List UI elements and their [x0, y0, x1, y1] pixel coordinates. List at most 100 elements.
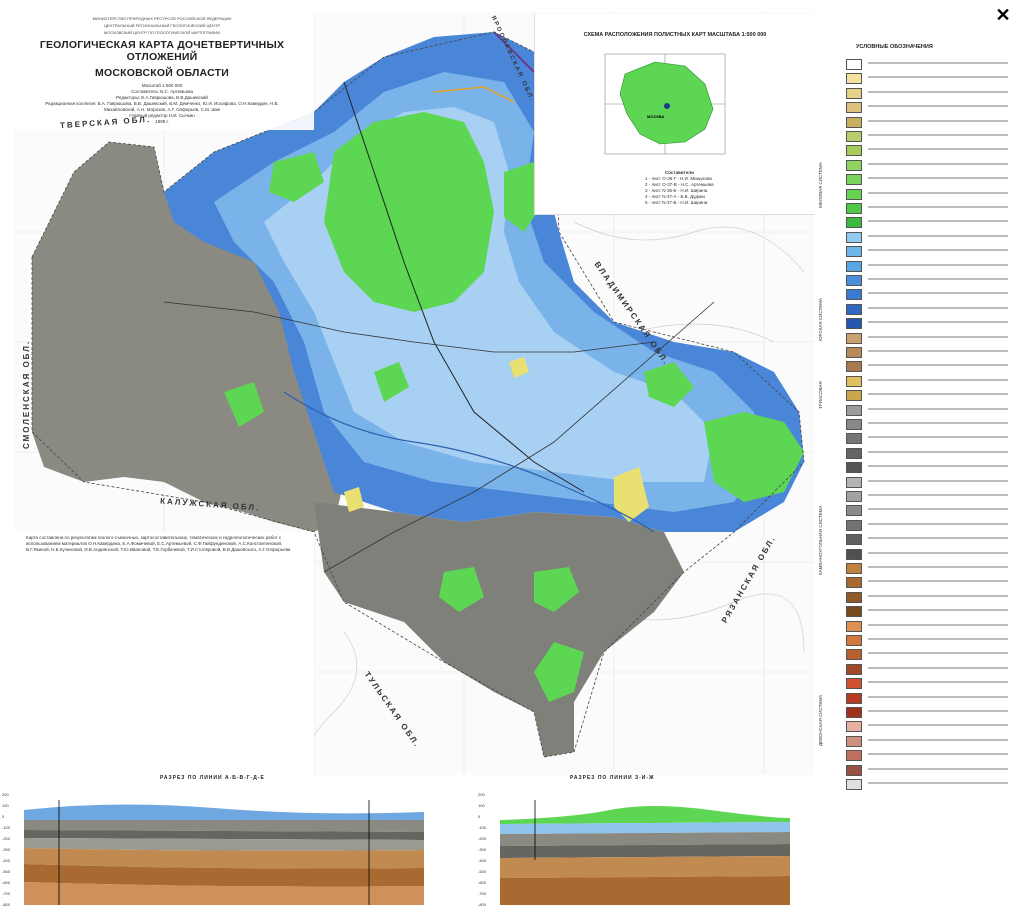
region-label-smolensk: СМОЛЕНСКАЯ ОБЛ. [22, 339, 32, 450]
depth-tick-label: -200 [2, 836, 11, 841]
legend-text-line [868, 249, 1008, 252]
legend-text-line [868, 306, 1008, 309]
legend-text-line [868, 738, 1008, 741]
legend-text-line [868, 681, 1008, 684]
legend-item [846, 260, 1014, 272]
legend-swatch [846, 87, 862, 99]
legend-swatch [846, 347, 862, 358]
legend-text-line [868, 782, 1008, 784]
center-line: ЦЕНТРАЛЬНЫЙ РЕГИОНАЛЬНЫЙ ГЕОЛОГИЧЕСКИЙ Ц… [103, 23, 221, 28]
legend-item [846, 663, 1014, 675]
legend-item [846, 692, 1014, 704]
legend-swatch [846, 649, 862, 661]
legend-text-line [868, 134, 1008, 136]
legend-item [846, 562, 1014, 574]
legend-item [846, 533, 1014, 546]
legend-item [846, 749, 1014, 762]
depth-tick-label: 0 [2, 814, 5, 819]
legend-text-line [868, 119, 1008, 122]
legend-item [846, 764, 1014, 776]
legend-item [846, 648, 1014, 661]
legend-text-line [868, 335, 1008, 338]
legend-title: УСЛОВНЫЕ ОБОЗНАЧЕНИЯ [856, 44, 933, 50]
legend-item [846, 591, 1014, 603]
legend-item [846, 476, 1014, 488]
legend-swatch [846, 764, 862, 776]
legend-item [846, 101, 1014, 114]
legend-swatch [846, 217, 862, 229]
depth-tick-label: -200 [478, 836, 487, 841]
map-title-line-2: МОСКОВСКОЙ ОБЛАСТИ [95, 67, 229, 79]
legend-swatch [846, 663, 862, 675]
legend: УСЛОВНЫЕ ОБОЗНАЧЕНИЯ МЕЛОВАЯ СИСТЕМА ЮРС… [816, 40, 1014, 920]
inset-center-label: МОСКВА [647, 114, 665, 119]
legend-swatch [846, 318, 862, 330]
legend-swatch [846, 779, 862, 790]
legend-text-line [868, 594, 1008, 597]
legend-text-line [868, 364, 1008, 367]
depth-tick-label: -500 [478, 869, 487, 874]
legend-text-line [868, 407, 1008, 410]
legend-text-line [868, 350, 1008, 352]
legend-swatch [846, 433, 862, 445]
inset-compilers: Составители 1 - лист О-36-Г - Н.И. Мишук… [645, 170, 714, 206]
close-button[interactable]: ✕ [992, 4, 1014, 26]
legend-text-line [868, 465, 1008, 468]
legend-text-line [868, 638, 1008, 640]
legend-swatch [846, 620, 862, 632]
legend-item [846, 231, 1014, 243]
legend-item [846, 58, 1014, 70]
legend-swatch [846, 462, 862, 474]
legend-item [846, 605, 1014, 618]
legend-item [846, 519, 1014, 531]
legend-text-line [868, 263, 1008, 266]
legend-swatch [846, 73, 862, 85]
legend-item [846, 130, 1014, 142]
compilation-note: Карта составлена по результатам геолого-… [26, 535, 291, 552]
legend-swatch [846, 505, 862, 517]
legend-swatch [846, 750, 862, 762]
legend-item [846, 447, 1014, 459]
legend-item [846, 144, 1014, 157]
legend-text-line [868, 724, 1008, 727]
depth-tick-label: -100 [2, 825, 11, 830]
ministry-line: МИНИСТЕРСТВО ПРИРОДНЫХ РЕСУРСОВ РОССИЙСК… [92, 16, 232, 21]
legend-text-line [868, 436, 1008, 439]
depth-tick-label: -300 [478, 847, 487, 852]
legend-text-line [868, 62, 1008, 64]
depth-tick-label: -600 [2, 880, 11, 885]
legend-swatch [846, 289, 862, 301]
legend-item [846, 346, 1014, 358]
legend-system-cretaceous: МЕЛОВАЯ СИСТЕМА [818, 162, 823, 208]
legend-item [846, 188, 1014, 200]
legend-item [846, 735, 1014, 747]
legend-item [846, 332, 1014, 344]
legend-swatch [846, 678, 862, 690]
section-title-left: РАЗРЕЗ ПО ЛИНИИ А-Б-В-Г-Д-Е [160, 775, 265, 781]
legend-text-line [868, 378, 1008, 381]
legend-text-line [868, 537, 1008, 540]
legend-swatch [846, 159, 862, 171]
center-line-2: МОСКОВСКИЙ ЦЕНТР ПО ГЕОЛОГИЧЕСКОЙ КАРТОГ… [103, 30, 221, 35]
legend-swatch [846, 174, 862, 186]
cross-section-left [24, 800, 424, 905]
legend-item [846, 490, 1014, 502]
legend-text-line [868, 278, 1008, 280]
legend-text-line [868, 479, 1008, 482]
legend-swatch [846, 404, 862, 416]
legend-item [846, 274, 1014, 286]
legend-swatch [846, 102, 862, 114]
legend-item [846, 116, 1014, 128]
legend-swatch [846, 577, 862, 589]
legend-item [846, 432, 1014, 445]
depth-tick-label: -400 [478, 858, 487, 863]
legend-item [846, 620, 1014, 632]
legend-text-line [868, 494, 1008, 496]
legend-swatch [846, 361, 862, 373]
legend-text-line [868, 321, 1008, 324]
legend-text-line [868, 566, 1008, 568]
legend-item [846, 245, 1014, 258]
legend-text-line [868, 551, 1008, 554]
legend-item [846, 461, 1014, 474]
legend-text-line [868, 206, 1008, 208]
